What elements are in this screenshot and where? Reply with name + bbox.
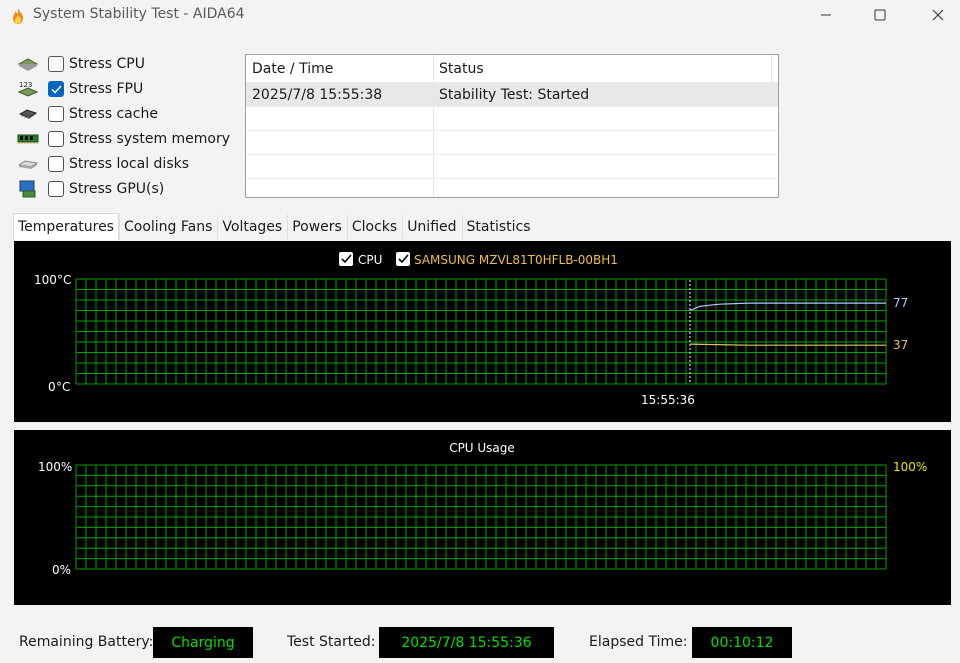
stress-gpu-option[interactable]: Stress GPU(s) — [16, 178, 164, 200]
tab-voltages[interactable]: Voltages — [217, 214, 287, 240]
maximize-icon — [874, 9, 886, 21]
stress-memory-label: Stress system memory — [69, 131, 231, 147]
stress-cpu-option[interactable]: Stress CPU — [16, 53, 145, 75]
series-line-cpu — [689, 302, 886, 312]
tab-powers[interactable]: Powers — [287, 214, 347, 240]
stress-cache-option[interactable]: Stress cache — [16, 103, 158, 125]
stress-disks-label: Stress local disks — [69, 156, 190, 172]
stress-fpu-option[interactable]: 123 Stress FPU — [16, 78, 143, 100]
temperature-graph-panel: CPU SAMSUNG MZVL81T0HFLB-00BH1 100 °C 0 … — [14, 241, 951, 422]
stress-fpu-checkbox[interactable] — [48, 81, 64, 97]
log-row[interactable]: 2025/7/8 15:55:38 Stability Test: Starte… — [246, 82, 778, 106]
usage-current-label: 100% — [893, 460, 927, 474]
y-axis-max-label: 100 — [34, 273, 57, 287]
cpu-chip-icon — [16, 55, 40, 73]
battery-label: Remaining Battery: — [19, 634, 154, 650]
stress-gpu-checkbox[interactable] — [48, 181, 64, 197]
disk-drive-icon — [16, 155, 40, 173]
stress-disks-option[interactable]: Stress local disks — [16, 153, 189, 175]
log-row-status: Stability Test: Started — [439, 86, 590, 103]
window-title: System Stability Test - AIDA64 — [33, 6, 245, 22]
series-current-cpu: 77 — [893, 296, 908, 310]
minimize-icon — [821, 14, 831, 16]
elapsed-time-value: 00:10:12 — [692, 627, 792, 658]
stress-cpu-label: Stress CPU — [69, 56, 145, 72]
y-axis-unit-top: °C — [57, 273, 71, 287]
tab-unified[interactable]: Unified — [402, 214, 461, 240]
column-header-datetime[interactable]: Date / Time — [246, 55, 434, 82]
stress-memory-checkbox[interactable] — [48, 131, 64, 147]
usage-y-min-label: 0% — [52, 563, 71, 577]
elapsed-time-label: Elapsed Time: — [589, 634, 688, 650]
svg-text:123: 123 — [19, 81, 32, 89]
close-button[interactable] — [915, 0, 960, 30]
log-row-empty — [246, 130, 778, 154]
stress-cache-label: Stress cache — [69, 106, 158, 122]
stress-memory-option[interactable]: Stress system memory — [16, 128, 230, 150]
memory-module-icon — [16, 130, 40, 148]
maximize-button[interactable] — [857, 0, 903, 30]
title-bar: System Stability Test - AIDA64 — [0, 0, 960, 34]
legend-samsung-disk[interactable]: SAMSUNG MZVL81T0HFLB-00BH1 — [396, 252, 618, 267]
fpu-123-icon: 123 — [16, 80, 40, 98]
checkmark-icon — [50, 84, 62, 94]
tab-clocks[interactable]: Clocks — [346, 214, 402, 240]
usage-y-max-label: 100% — [38, 460, 72, 474]
temperature-grid — [75, 278, 887, 385]
stress-cache-checkbox[interactable] — [48, 106, 64, 122]
legend-cpu-label: CPU — [358, 253, 382, 267]
cpu-usage-title: CPU Usage — [449, 441, 515, 455]
series-current-samsung: 37 — [893, 338, 908, 352]
cpu-usage-grid — [75, 464, 887, 570]
test-started-value: 2025/7/8 15:55:36 — [379, 627, 554, 658]
log-table[interactable]: Date / Time Status 2025/7/8 15:55:38 Sta… — [245, 54, 779, 198]
log-row-empty — [246, 106, 778, 130]
test-started-label: Test Started: — [287, 634, 376, 650]
marker-time-label: 15:55:36 — [641, 393, 695, 407]
battery-value: Charging — [153, 627, 253, 658]
tab-temperatures[interactable]: Temperatures — [13, 213, 119, 240]
legend-samsung-label: SAMSUNG MZVL81T0HFLB-00BH1 — [414, 253, 618, 267]
graph-tabs: Temperatures Cooling Fans Voltages Power… — [13, 213, 536, 240]
cache-chip-icon — [16, 105, 40, 123]
gpu-monitor-icon — [16, 180, 40, 198]
legend-cpu[interactable]: CPU — [339, 252, 382, 267]
temperature-graph: CPU SAMSUNG MZVL81T0HFLB-00BH1 100 °C 0 … — [34, 252, 908, 407]
log-row-datetime: 2025/7/8 15:55:38 — [246, 83, 434, 106]
cpu-usage-graph: CPU Usage 100% 0% 100% — [38, 441, 927, 577]
close-icon — [932, 9, 944, 21]
log-row-empty — [246, 154, 778, 178]
y-axis-unit-bottom: °C — [56, 380, 70, 394]
minimize-button[interactable] — [803, 0, 849, 30]
tab-cooling-fans[interactable]: Cooling Fans — [118, 214, 217, 240]
y-axis-min-label: 0 — [48, 380, 56, 394]
cpu-usage-graph-panel: CPU Usage 100% 0% 100% — [14, 430, 951, 605]
stress-cpu-checkbox[interactable] — [48, 56, 64, 72]
stress-disks-checkbox[interactable] — [48, 156, 64, 172]
stress-gpu-label: Stress GPU(s) — [69, 181, 165, 197]
stress-fpu-label: Stress FPU — [69, 81, 144, 97]
column-header-status[interactable]: Status — [434, 55, 772, 82]
tab-statistics[interactable]: Statistics — [461, 214, 536, 240]
log-row-empty — [246, 178, 778, 197]
series-line-samsung — [689, 343, 886, 346]
log-table-header: Date / Time Status — [246, 55, 778, 82]
aida64-flame-icon — [13, 8, 23, 24]
